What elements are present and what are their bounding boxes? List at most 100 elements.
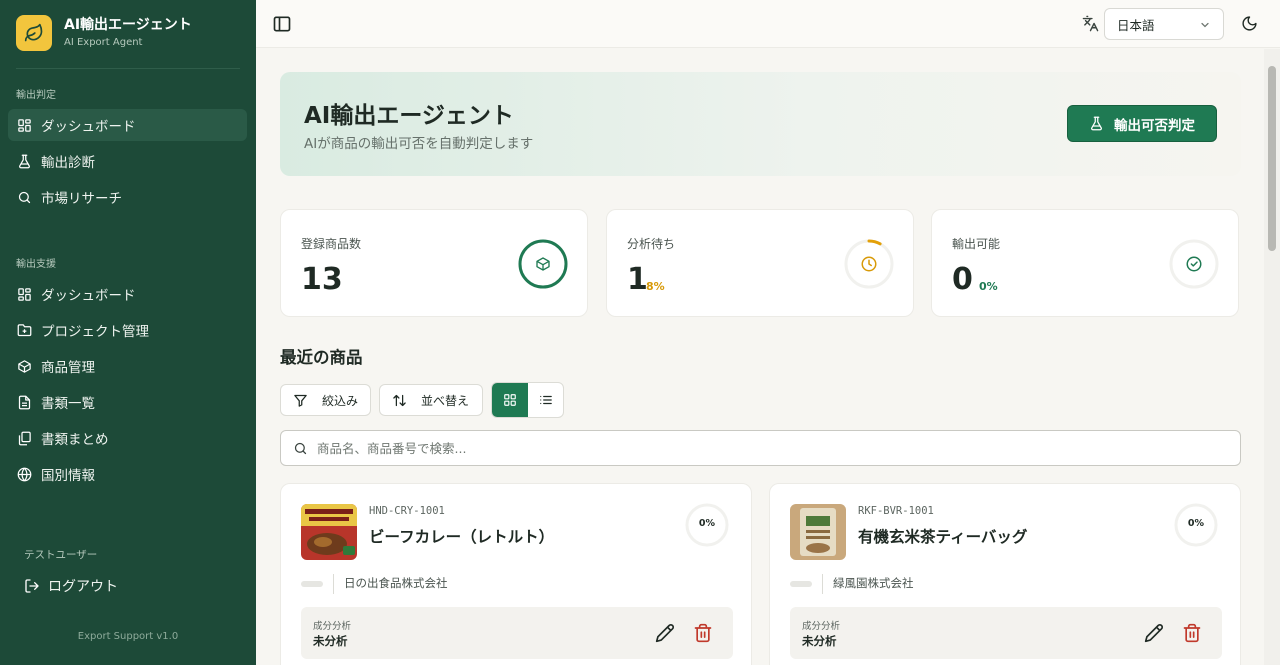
- sidebar-item-label: ダッシュボード: [41, 119, 136, 135]
- list-view-button[interactable]: [528, 383, 563, 417]
- sidebar-item-dashboard[interactable]: ダッシュボード: [8, 109, 247, 141]
- dashboard-icon: [18, 118, 31, 132]
- sidebar-item-label: 商品管理: [41, 360, 95, 376]
- stat-label: 登録商品数: [301, 237, 362, 251]
- search-icon: [294, 442, 307, 454]
- stat-progress-ring: [1169, 239, 1219, 289]
- app-version: Export Support v1.0: [77, 631, 179, 642]
- stat-value: 1: [627, 262, 648, 297]
- trash-icon[interactable]: [693, 623, 713, 643]
- filter-label: 絞込み: [322, 393, 359, 408]
- app-title: AI輸出エージェント: [64, 17, 192, 33]
- product-card[interactable]: HND-CRY-1001 ビーフカレー（レトルト） 0% 日の出食品株式会社 成…: [280, 483, 752, 665]
- user-name: テストユーザー: [24, 549, 98, 561]
- sidebar-item-label: 輸出診断: [41, 155, 95, 171]
- chevron-down-icon: [1201, 22, 1209, 28]
- stat-label: 輸出可能: [952, 237, 1001, 251]
- stat-value: 0: [952, 262, 973, 297]
- sidebar: AI輸出エージェント AI Export Agent 輸出判定 ダッシュボード …: [0, 0, 256, 665]
- export-judgement-button[interactable]: 輸出可否判定: [1067, 105, 1217, 142]
- product-code: RKF-BVR-1001: [858, 505, 934, 517]
- page-title: AI輸出エージェント: [304, 103, 514, 129]
- sidebar-section-export-judgement: 輸出判定: [16, 90, 56, 101]
- grid-icon: [504, 394, 516, 406]
- flask-icon: [1091, 116, 1102, 131]
- analysis-status-label: 成分分析: [313, 621, 352, 632]
- language-select[interactable]: 日本語: [1104, 8, 1224, 40]
- clock-icon: [861, 256, 877, 272]
- globe-icon: [17, 467, 32, 481]
- analysis-status-label: 成分分析: [802, 621, 841, 632]
- search-input[interactable]: [317, 440, 1217, 456]
- sort-icon: [393, 394, 406, 406]
- sidebar-section-export-support: 輸出支援: [16, 259, 56, 270]
- sidebar-item-documents[interactable]: 書類一覧: [8, 386, 247, 418]
- sidebar-item-market-research[interactable]: 市場リサーチ: [8, 181, 247, 213]
- list-icon: [540, 395, 552, 405]
- status-pill: [790, 581, 812, 587]
- logout-icon: [25, 579, 39, 593]
- status-pill: [301, 581, 323, 587]
- stat-progress-ring: [844, 239, 894, 289]
- hero-banner: AI輸出エージェント AIが商品の輸出可否を自動判定します 輸出可否判定: [280, 72, 1241, 176]
- sort-button[interactable]: 並べ替え: [379, 384, 483, 416]
- document-icon: [18, 395, 31, 409]
- sidebar-item-export-diagnosis[interactable]: 輸出診断: [8, 145, 247, 177]
- analysis-status-value: 未分析: [313, 634, 348, 648]
- moon-icon[interactable]: [1241, 15, 1258, 32]
- translate-icon: [1082, 15, 1099, 32]
- product-company: 緑風園株式会社: [833, 576, 914, 590]
- stat-value: 13: [301, 262, 343, 297]
- stat-label: 分析待ち: [627, 237, 676, 251]
- grid-view-button[interactable]: [492, 383, 528, 417]
- divider: [333, 574, 334, 594]
- dashboard-icon: [18, 287, 31, 301]
- top-bar: 日本語: [256, 0, 1280, 48]
- sidebar-divider: [16, 68, 240, 69]
- product-name: ビーフカレー（レトルト）: [369, 528, 555, 546]
- trash-icon[interactable]: [1182, 623, 1202, 643]
- product-image-tea: [790, 504, 846, 560]
- sidebar-item-document-summary[interactable]: 書類まとめ: [8, 422, 247, 454]
- check-circle-icon: [1186, 256, 1202, 272]
- product-card[interactable]: RKF-BVR-1001 有機玄米茶ティーバッグ 0% 緑風園株式会社 成分分析…: [769, 483, 1241, 665]
- folder-icon: [17, 323, 32, 336]
- box-icon: [536, 257, 550, 271]
- analysis-status: 成分分析 未分析: [790, 607, 1222, 659]
- product-image-curry: [301, 504, 357, 560]
- sidebar-item-label: ダッシュボード: [41, 288, 136, 304]
- analysis-status: 成分分析 未分析: [301, 607, 733, 659]
- sidebar-item-products[interactable]: 商品管理: [8, 350, 247, 382]
- pencil-icon[interactable]: [655, 623, 675, 643]
- product-progress-text: 0%: [698, 518, 716, 529]
- filter-button[interactable]: 絞込み: [280, 384, 371, 416]
- main-content: AI輸出エージェント AIが商品の輸出可否を自動判定します 輸出可否判定 登録商…: [256, 49, 1264, 665]
- product-code: HND-CRY-1001: [369, 505, 445, 517]
- stat-percentage: 8%: [646, 280, 665, 293]
- filter-icon: [294, 394, 307, 407]
- flask-icon: [19, 154, 30, 168]
- pencil-icon[interactable]: [1144, 623, 1164, 643]
- sidebar-item-label: 国別情報: [41, 468, 95, 484]
- box-icon: [18, 359, 31, 373]
- sidebar-item-support-dashboard[interactable]: ダッシュボード: [8, 278, 247, 310]
- stat-progress-ring: [518, 239, 568, 289]
- divider: [822, 574, 823, 594]
- view-mode-toggle: [491, 382, 564, 418]
- sidebar-toggle-icon[interactable]: [272, 14, 292, 34]
- stat-card-pending-analysis: 分析待ち 1 8%: [606, 209, 914, 317]
- export-judgement-label: 輸出可否判定: [1114, 117, 1195, 134]
- sidebar-item-projects[interactable]: プロジェクト管理: [8, 314, 247, 346]
- app-subtitle: AI Export Agent: [64, 37, 143, 48]
- brand[interactable]: AI輸出エージェント AI Export Agent: [16, 15, 192, 51]
- analysis-status-value: 未分析: [802, 634, 837, 648]
- sidebar-item-country-info[interactable]: 国別情報: [8, 458, 247, 490]
- page-subtitle: AIが商品の輸出可否を自動判定します: [304, 136, 534, 152]
- scrollbar-thumb[interactable]: [1268, 66, 1276, 251]
- sidebar-item-label: 書類一覧: [41, 396, 95, 412]
- logout-label: ログアウト: [48, 579, 118, 595]
- files-icon: [18, 431, 31, 445]
- product-progress-text: 0%: [1187, 518, 1205, 529]
- leaf-logo-icon: [16, 15, 52, 51]
- logout-button[interactable]: ログアウト: [16, 570, 118, 602]
